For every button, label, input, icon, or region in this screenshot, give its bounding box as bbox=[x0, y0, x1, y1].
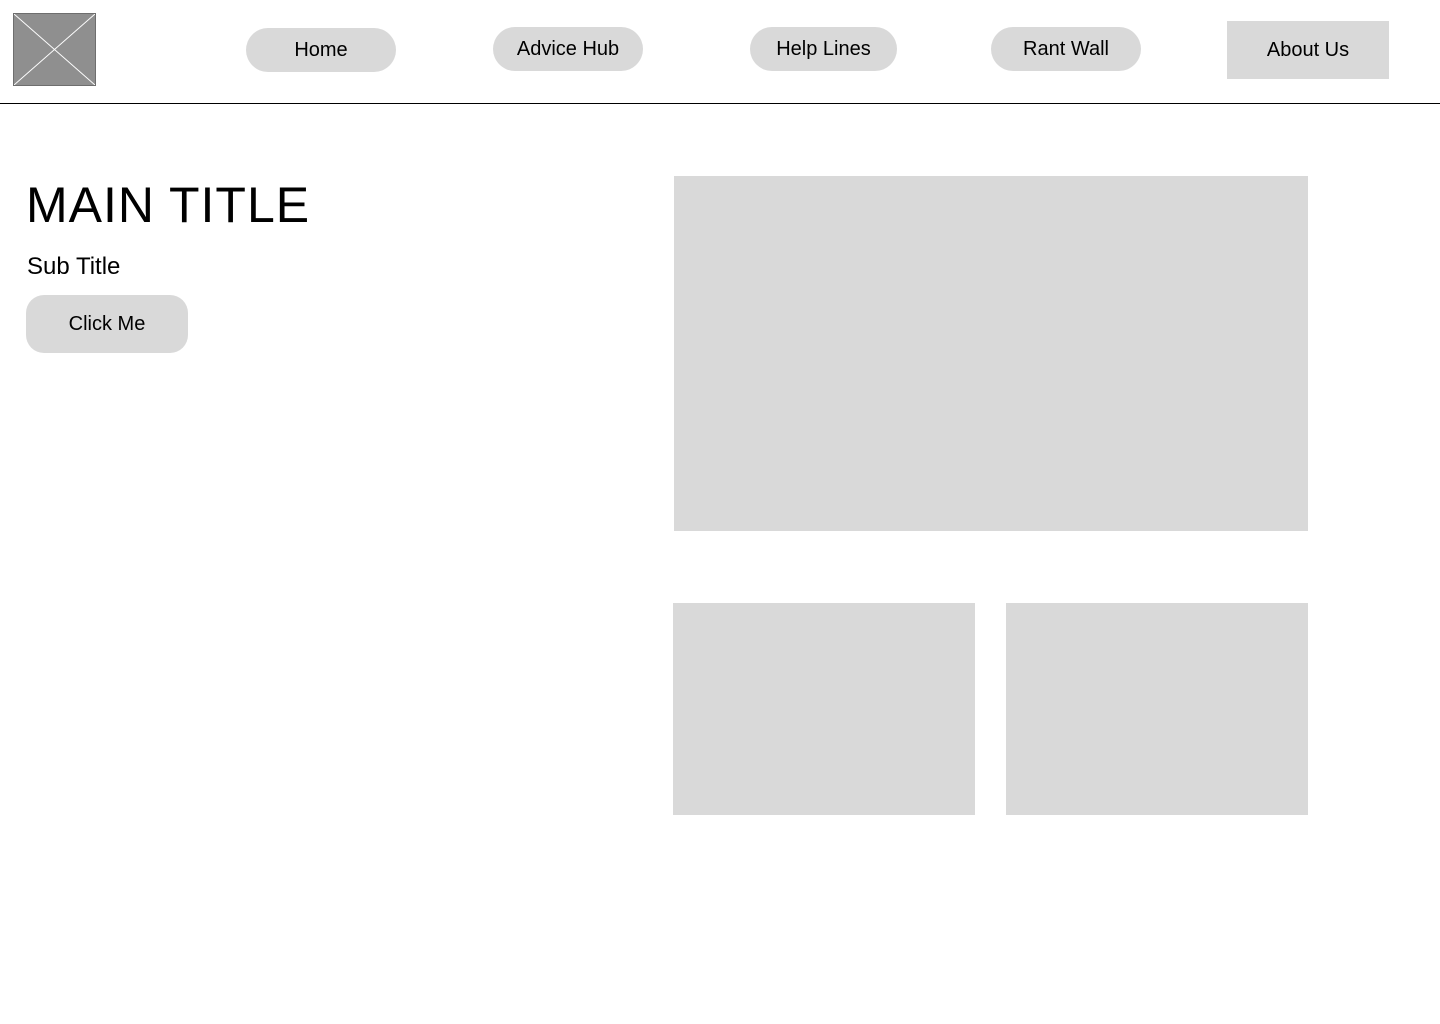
image-placeholder-icon bbox=[14, 14, 95, 85]
nav-advice-hub-button[interactable]: Advice Hub bbox=[493, 27, 643, 71]
nav-help-lines-button[interactable]: Help Lines bbox=[750, 27, 897, 71]
secondary-image-placeholder-right bbox=[1006, 603, 1308, 815]
page-title: MAIN TITLE bbox=[26, 177, 311, 233]
nav-rant-wall-button[interactable]: Rant Wall bbox=[991, 27, 1141, 71]
hero-image-placeholder bbox=[674, 176, 1308, 531]
site-header: Home Advice Hub Help Lines Rant Wall Abo… bbox=[0, 0, 1440, 104]
nav-home-button[interactable]: Home bbox=[246, 28, 396, 72]
logo-image-placeholder-icon[interactable] bbox=[13, 13, 96, 86]
click-me-button[interactable]: Click Me bbox=[26, 295, 188, 353]
nav-about-us-button[interactable]: About Us bbox=[1227, 21, 1389, 79]
page-subtitle: Sub Title bbox=[27, 253, 121, 280]
secondary-image-placeholder-left bbox=[673, 603, 975, 815]
